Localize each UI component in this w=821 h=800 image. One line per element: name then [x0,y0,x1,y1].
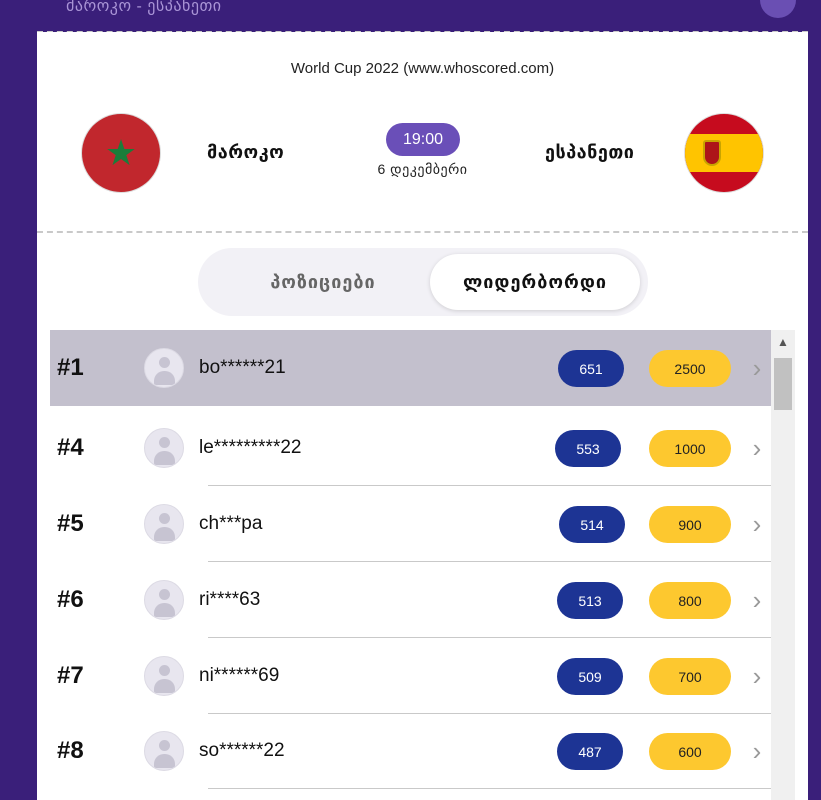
spain-flag-icon [685,114,763,192]
match-card: World Cup 2022 (www.whoscored.com) ★ მარ… [37,32,808,800]
rank: #5 [57,510,84,537]
rank: #6 [57,586,84,613]
avatar [144,504,184,544]
coins-badge: 600 [649,733,731,770]
tab-leaderboard[interactable]: ლიდერბორდი [430,254,640,310]
home-team-name: მაროკო [207,142,285,162]
avatar [144,731,184,771]
points-badge: 487 [557,733,623,770]
avatar [144,656,184,696]
chevron-right-icon[interactable]: › [748,330,766,406]
leaderboard-row[interactable]: #7 ni******69 509 700 › [50,638,771,714]
scrollbar-thumb[interactable] [774,358,792,410]
leaderboard-row[interactable]: #1 bo******21 651 2500 › [50,330,771,406]
tournament-name: World Cup 2022 (www.whoscored.com) [290,60,555,77]
match-header-title: მაროკო - ესპანეთი [66,0,222,15]
avatar [144,348,184,388]
leaderboard-row[interactable]: #8 so******22 487 600 › [50,713,771,789]
chevron-right-icon[interactable]: › [748,638,766,714]
rank: #8 [57,737,84,764]
leaderboard-list: #1 bo******21 651 2500 › #4 le*********2… [50,330,771,800]
username: ri****63 [199,589,261,610]
avatar [144,428,184,468]
top-bar: მაროკო - ესპანეთი [0,0,821,32]
scroll-up-arrow-icon[interactable]: ▲ [771,330,795,354]
username: le*********22 [199,437,302,458]
points-badge: 509 [557,658,623,695]
points-badge: 651 [558,350,624,387]
chevron-right-icon[interactable]: › [748,562,766,638]
scrollbar[interactable]: ▲ [771,330,795,800]
leaderboard-row[interactable]: #5 ch***pa 514 900 › [50,486,771,562]
leaderboard-row[interactable]: #6 ri****63 513 800 › [50,562,771,638]
points-badge: 513 [557,582,623,619]
row-divider [208,788,771,789]
avatar [144,580,184,620]
close-button[interactable] [760,0,796,18]
morocco-flag-icon: ★ [82,114,160,192]
star-icon: ★ [104,132,138,173]
view-tabs: პოზიციები ლიდერბორდი [198,248,648,316]
rank: #7 [57,662,84,689]
leaderboard-row[interactable]: #4 le*********22 553 1000 › [50,410,771,486]
coins-badge: 1000 [649,430,731,467]
rank: #4 [57,434,84,461]
coins-badge: 800 [649,582,731,619]
match-date-text: 6 დეკემბერი [377,161,468,177]
username: ch***pa [199,513,263,534]
chevron-right-icon[interactable]: › [748,486,766,562]
coins-badge: 900 [649,506,731,543]
points-badge: 553 [555,430,621,467]
username: so******22 [199,740,285,761]
match-time: 19:00 [386,123,460,156]
chevron-right-icon[interactable]: › [748,410,766,486]
divider [37,231,808,233]
coins-badge: 2500 [649,350,731,387]
tab-positions[interactable]: პოზიციები [218,254,428,310]
coins-badge: 700 [649,658,731,695]
flag-band [685,134,763,172]
username: bo******21 [199,357,286,378]
username: ni******69 [199,665,280,686]
rank: #1 [57,354,84,381]
coat-of-arms-icon [703,140,721,166]
chevron-right-icon[interactable]: › [748,713,766,789]
points-badge: 514 [559,506,625,543]
away-team-name: ესპანეთი [545,142,635,162]
